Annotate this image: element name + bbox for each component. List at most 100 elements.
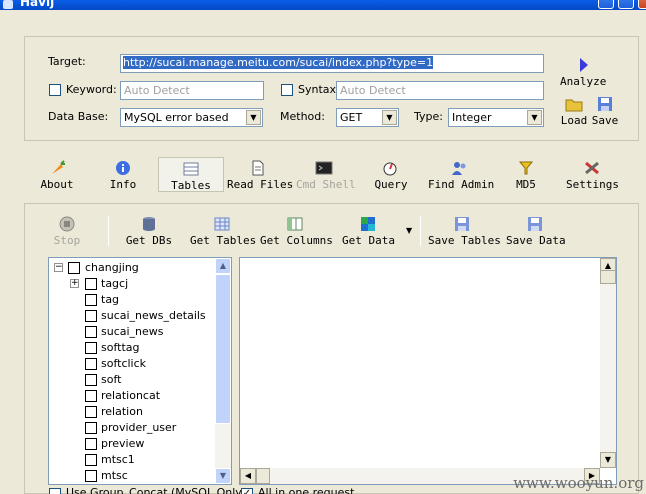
- tree-root-label: changjing: [85, 261, 139, 274]
- close-button[interactable]: [638, 0, 646, 9]
- save-tables-label: Save Tables: [428, 234, 501, 247]
- group-concat-checkbox[interactable]: [49, 488, 61, 494]
- tree-checkbox[interactable]: [85, 326, 97, 338]
- tree-checkbox[interactable]: [85, 406, 97, 418]
- keyword-label: Keyword:: [66, 83, 117, 96]
- query-icon: [383, 162, 397, 176]
- save-data-button[interactable]: Save Data: [506, 216, 566, 247]
- tree-checkbox[interactable]: [85, 358, 97, 370]
- syntax-checkbox[interactable]: [281, 84, 293, 96]
- tree-node-label: relationcat: [101, 389, 161, 402]
- tree-checkbox[interactable]: [85, 454, 97, 466]
- toolbar-tables[interactable]: Tables: [158, 157, 224, 192]
- app-icon: [3, 0, 13, 9]
- tree-checkbox[interactable]: [85, 422, 97, 434]
- toolbar-find-admin[interactable]: Find Admin: [428, 160, 494, 191]
- tree-node-label: relation: [101, 405, 143, 418]
- info-icon: [116, 161, 130, 175]
- toolbar-query-label: Query: [374, 178, 408, 191]
- toolbar-settings[interactable]: Settings: [566, 160, 619, 191]
- tree-checkbox[interactable]: [85, 470, 97, 482]
- tree-checkbox[interactable]: [85, 294, 97, 306]
- database-tree[interactable]: − changjing + tagcj tag sucai_news_detai…: [48, 257, 232, 485]
- columns-icon: [287, 217, 303, 231]
- tree-checkbox[interactable]: [85, 310, 97, 322]
- database-value: MySQL error based: [124, 111, 229, 124]
- toolbar-tables-label: Tables: [171, 179, 211, 192]
- data-grid[interactable]: ▲ ▼ ◀ ▶: [239, 257, 617, 485]
- tree-node-label: mtsc1: [101, 453, 135, 466]
- scroll-down-icon[interactable]: ▼: [600, 452, 616, 468]
- scroll-left-icon[interactable]: ◀: [240, 468, 256, 484]
- md5-icon: [518, 161, 534, 175]
- get-tables-button[interactable]: Get Tables: [190, 216, 257, 247]
- database-select[interactable]: MySQL error based ▼: [120, 108, 263, 127]
- scroll-down-icon[interactable]: ▼: [215, 468, 231, 484]
- stop-label: Stop: [53, 234, 81, 247]
- tree-node-label: sucai_news: [101, 325, 164, 338]
- stop-button[interactable]: Stop: [50, 216, 84, 247]
- get-dbs-button[interactable]: Get DBs: [124, 216, 174, 247]
- tree-node-label: mtsc: [101, 469, 128, 482]
- toolbar-info[interactable]: Info: [104, 160, 142, 191]
- analyze-button[interactable]: Analyze: [560, 57, 606, 88]
- save-button[interactable]: Save: [590, 96, 620, 127]
- get-tables-label: Get Tables: [190, 234, 257, 247]
- method-label: Method:: [280, 110, 325, 123]
- get-columns-button[interactable]: Get Columns: [260, 216, 333, 247]
- toolbar-cmd-shell-label: Cmd Shell: [296, 178, 356, 191]
- type-select[interactable]: Integer ▼: [448, 108, 544, 127]
- toolbar-settings-label: Settings: [566, 178, 619, 191]
- chevron-down-icon: ▼: [246, 110, 261, 125]
- tables-icon: [183, 162, 199, 176]
- save-data-label: Save Data: [506, 234, 566, 247]
- toolbar-md5[interactable]: MD5: [510, 160, 542, 191]
- scroll-thumb[interactable]: [215, 274, 231, 424]
- grid-vscrollbar[interactable]: ▲ ▼: [600, 258, 616, 468]
- syntax-label: Syntax:: [298, 83, 340, 96]
- minimize-button[interactable]: [598, 0, 614, 9]
- scroll-thumb[interactable]: [256, 468, 270, 484]
- keyword-input[interactable]: Auto Detect: [120, 81, 264, 100]
- database-label: Data Base:: [48, 110, 109, 123]
- get-data-dropdown-icon[interactable]: ▼: [406, 226, 412, 235]
- folder-icon: [565, 99, 583, 112]
- method-select[interactable]: GET ▼: [336, 108, 399, 127]
- tree-checkbox[interactable]: [85, 390, 97, 402]
- scroll-up-icon[interactable]: ▲: [215, 258, 231, 274]
- expand-icon[interactable]: +: [70, 279, 79, 288]
- target-input[interactable]: http://sucai.manage.meitu.com/sucai/inde…: [120, 54, 544, 73]
- tree-node-label: sucai_news_details: [101, 309, 206, 322]
- watermark: www.wooyun.org: [513, 474, 644, 492]
- load-button[interactable]: Load: [560, 96, 588, 127]
- method-value: GET: [340, 111, 363, 124]
- all-in-one-checkbox[interactable]: ✓: [241, 488, 253, 494]
- database-icon: [143, 217, 155, 231]
- get-columns-label: Get Columns: [260, 234, 333, 247]
- chevron-down-icon: ▼: [527, 110, 542, 125]
- get-data-button[interactable]: Get Data: [342, 216, 395, 247]
- save-tables-button[interactable]: Save Tables: [428, 216, 501, 247]
- tree-node-label: tagcj: [101, 277, 129, 290]
- syntax-input[interactable]: Auto Detect: [336, 81, 544, 100]
- tree-node-label: softclick: [101, 357, 147, 370]
- data-icon: [361, 217, 375, 231]
- maximize-button[interactable]: [618, 0, 634, 9]
- tree-checkbox[interactable]: [85, 374, 97, 386]
- get-dbs-label: Get DBs: [125, 234, 173, 247]
- tree-checkbox[interactable]: [68, 262, 80, 274]
- keyword-checkbox[interactable]: [49, 84, 61, 96]
- collapse-icon[interactable]: −: [54, 263, 63, 272]
- toolbar-separator: [420, 216, 421, 246]
- floppy-icon: [455, 217, 469, 231]
- toolbar-about[interactable]: About: [38, 160, 76, 191]
- tree-checkbox[interactable]: [85, 438, 97, 450]
- toolbar-read-files[interactable]: Read Files: [227, 160, 293, 191]
- tree-checkbox[interactable]: [85, 342, 97, 354]
- tree-scrollbar[interactable]: ▲ ▼: [215, 258, 231, 484]
- toolbar-cmd-shell[interactable]: Cmd Shell: [296, 160, 356, 191]
- toolbar-query[interactable]: Query: [374, 160, 408, 191]
- tree-checkbox[interactable]: [85, 278, 97, 290]
- table-grid-icon: [214, 217, 230, 231]
- scroll-thumb[interactable]: [600, 270, 616, 284]
